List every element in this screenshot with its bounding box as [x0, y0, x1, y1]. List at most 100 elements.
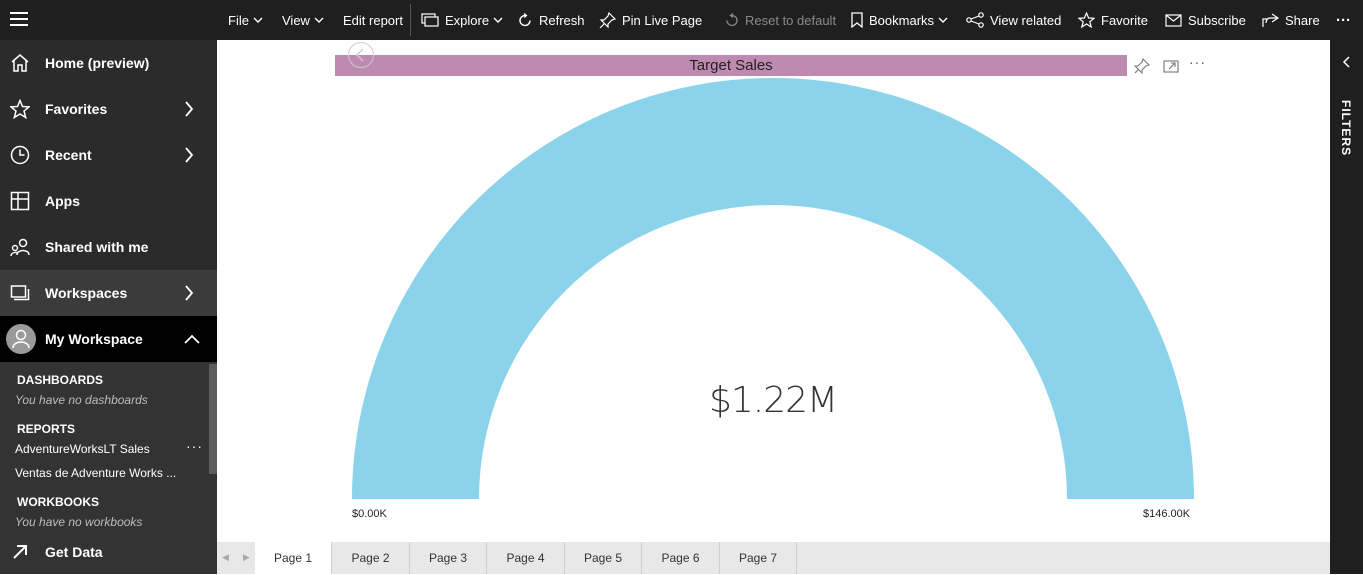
left-nav-pane: Home (preview) Favorites Recent Apps Sha…	[0, 40, 217, 574]
home-icon	[11, 54, 29, 72]
bookmark-icon	[851, 12, 863, 28]
report-more-options-button[interactable]: ···	[186, 438, 203, 454]
file-menu[interactable]: File	[228, 0, 263, 40]
toolbar-divider	[410, 4, 411, 36]
workbooks-header: WORKBOOKS	[17, 495, 99, 509]
more-options-button[interactable]: ···	[1336, 0, 1351, 40]
view-menu-label: View	[282, 12, 310, 28]
chevron-down-icon	[938, 17, 948, 23]
nav-item-workspaces[interactable]: Workspaces	[0, 270, 217, 316]
subscribe-button[interactable]: Subscribe	[1165, 0, 1246, 40]
nav-item-get-data[interactable]: Get Data	[0, 529, 217, 575]
filters-pane[interactable]: FILTERS	[1330, 40, 1363, 574]
pin-live-page-label: Pin Live Page	[622, 12, 703, 28]
share-button[interactable]: Share	[1262, 0, 1320, 40]
workbooks-empty-text: You have no workbooks	[15, 515, 143, 529]
workspaces-icon	[10, 285, 30, 301]
chevron-down-icon	[253, 17, 263, 23]
edit-report-button[interactable]: Edit report	[343, 0, 403, 40]
mail-icon	[1165, 13, 1182, 27]
chevron-left-icon	[355, 48, 364, 62]
share-icon	[1262, 13, 1279, 27]
nav-item-home[interactable]: Home (preview)	[0, 40, 217, 86]
tab-page-1[interactable]: Page 1	[255, 542, 332, 574]
gauge-arc	[352, 78, 1194, 499]
chevron-up-icon	[184, 334, 200, 344]
nav-item-workspaces-label: Workspaces	[45, 285, 128, 301]
tab-scroll-right-icon[interactable]: ▶	[243, 552, 250, 563]
my-workspace-contents: DASHBOARDS You have no dashboards REPORT…	[0, 362, 217, 574]
nav-item-apps-label: Apps	[45, 193, 80, 209]
report-item-adventureworkslt-sales[interactable]: AdventureWorksLT Sales	[15, 442, 150, 456]
edit-report-label: Edit report	[343, 12, 403, 28]
visual-title-bar: Target Sales	[335, 55, 1127, 76]
shared-people-icon	[10, 238, 30, 257]
gauge-min-label: $0.00K	[352, 508, 387, 520]
tab-page-7[interactable]: Page 7	[720, 542, 797, 574]
bookmarks-label: Bookmarks	[869, 12, 935, 28]
tab-page-5[interactable]: Page 5	[565, 542, 642, 574]
nav-item-favorites[interactable]: Favorites	[0, 86, 217, 132]
nav-item-my-workspace[interactable]: My Workspace	[0, 316, 217, 362]
gauge-value-label: $1.22M	[708, 380, 838, 421]
gauge-max-label: $146.00K	[1143, 508, 1191, 520]
chevron-down-icon	[493, 17, 503, 23]
explore-icon	[421, 13, 439, 27]
subscribe-label: Subscribe	[1188, 12, 1246, 28]
chevron-down-icon	[314, 17, 324, 23]
star-icon	[10, 99, 30, 119]
reset-to-default-button[interactable]: Reset to default	[724, 0, 836, 40]
page-tabs-bar: ◀ ▶ Page 1 Page 2 Page 3 Page 4 Page 5 Page 6…	[217, 542, 1330, 574]
clock-icon	[10, 145, 30, 165]
tab-page-6[interactable]: Page 6	[643, 542, 720, 574]
tab-page-3[interactable]: Page 3	[410, 542, 487, 574]
view-related-label: View related	[990, 12, 1062, 28]
pin-visual-icon[interactable]	[1134, 58, 1150, 74]
visual-more-options-button[interactable]: ···	[1189, 54, 1206, 70]
pin-live-page-button[interactable]: Pin Live Page	[599, 0, 702, 40]
view-related-icon	[966, 12, 984, 28]
favorite-button[interactable]: Favorite	[1078, 0, 1148, 40]
nav-item-shared-with-me[interactable]: Shared with me	[0, 224, 217, 270]
visual-title: Target Sales	[689, 57, 773, 74]
tab-page-2[interactable]: Page 2	[333, 542, 410, 574]
refresh-label: Refresh	[539, 12, 585, 28]
bookmarks-menu[interactable]: Bookmarks	[851, 0, 948, 40]
reset-icon	[726, 12, 738, 26]
tab-scroll-left-icon[interactable]: ◀	[222, 552, 229, 563]
file-menu-label: File	[228, 12, 249, 28]
back-button[interactable]	[348, 42, 374, 68]
avatar	[6, 324, 36, 354]
focus-mode-icon[interactable]	[1163, 58, 1179, 74]
top-toolbar: File View Edit report Explore Refresh Pi…	[0, 0, 1363, 40]
view-related-button[interactable]: View related	[966, 0, 1061, 40]
nav-item-shared-label: Shared with me	[45, 239, 149, 255]
hamburger-menu-icon[interactable]	[10, 12, 28, 26]
sidebar-scrollbar[interactable]	[209, 364, 217, 474]
arrow-up-right-icon	[13, 545, 27, 559]
nav-item-my-workspace-label: My Workspace	[45, 331, 143, 347]
chevron-left-icon	[1342, 56, 1350, 68]
filters-label: FILTERS	[1339, 100, 1353, 157]
nav-item-recent-label: Recent	[45, 147, 92, 163]
share-label: Share	[1285, 12, 1320, 28]
user-icon	[12, 329, 30, 349]
pin-icon	[599, 12, 616, 28]
report-canvas: Target Sales ··· $1.22M $0.00K $146.00K	[217, 40, 1330, 542]
dashboards-header: DASHBOARDS	[17, 373, 104, 387]
nav-item-home-label: Home (preview)	[45, 55, 150, 71]
reports-header: REPORTS	[17, 422, 76, 436]
nav-item-apps[interactable]: Apps	[0, 178, 217, 224]
explore-menu[interactable]: Explore	[421, 0, 503, 40]
star-icon	[1078, 12, 1095, 28]
report-item-ventas-adventure-works[interactable]: Ventas de Adventure Works ...	[15, 466, 176, 480]
refresh-button[interactable]: Refresh	[518, 0, 585, 40]
view-menu[interactable]: View	[282, 0, 324, 40]
explore-label: Explore	[445, 12, 490, 28]
refresh-icon	[519, 12, 531, 26]
nav-item-recent[interactable]: Recent	[0, 132, 217, 178]
chevron-right-icon	[185, 285, 194, 301]
more-options-label: ···	[1336, 11, 1351, 29]
favorite-label: Favorite	[1101, 12, 1148, 28]
tab-page-4[interactable]: Page 4	[488, 542, 565, 574]
